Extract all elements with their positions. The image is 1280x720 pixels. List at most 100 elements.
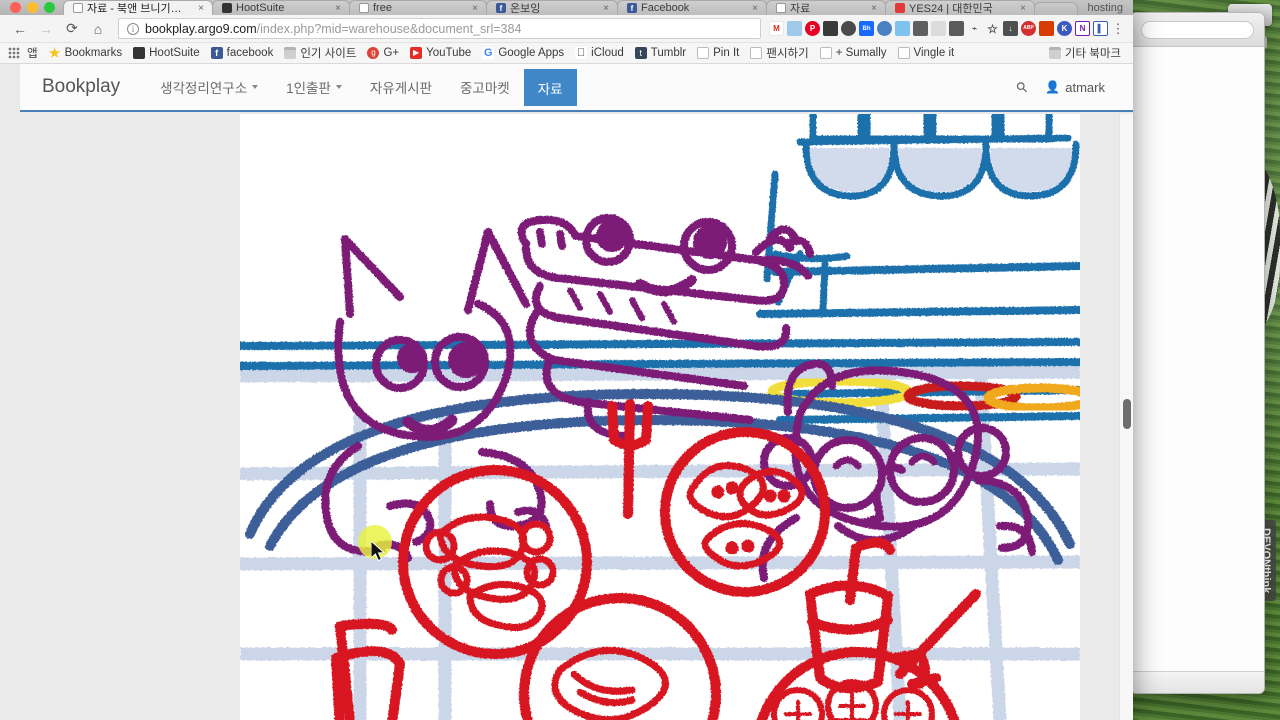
bookmark-label: facebook xyxy=(226,47,274,59)
address-bar-text: bookplay.argo9.com/index.php?mid=warehou… xyxy=(145,22,521,36)
url-host: bookplay.argo9.com xyxy=(145,21,257,36)
hootsuite-icon xyxy=(222,3,232,13)
document-sheet xyxy=(240,114,1080,720)
folder-icon xyxy=(284,47,297,59)
nav-item-materials[interactable]: 자료 xyxy=(523,69,577,106)
hand-drawn-dinner-table-illustration xyxy=(240,114,1080,720)
close-icon[interactable]: × xyxy=(597,3,609,14)
browser-tab-6[interactable]: YES24 | 대한민국 × xyxy=(885,0,1035,15)
browser-tab-3[interactable]: f 온보잉 × xyxy=(486,0,618,15)
browser-tab-2[interactable]: free × xyxy=(349,0,487,15)
bookmark-vingle[interactable]: Vingle it xyxy=(894,46,959,60)
close-icon[interactable]: × xyxy=(329,3,341,14)
bookmark-popular-sites[interactable]: 인기 사이트 xyxy=(280,44,360,62)
onenote-icon[interactable]: N xyxy=(1075,21,1090,36)
close-icon[interactable]: × xyxy=(746,3,758,14)
pocket-blue-icon[interactable] xyxy=(787,21,802,36)
youtube-icon: ▶ xyxy=(410,47,423,59)
back-arrow-icon[interactable]: ← xyxy=(8,17,32,41)
bookmark-pinit[interactable]: Pin It xyxy=(693,46,743,60)
browser-tab-4[interactable]: f Facebook × xyxy=(617,0,767,15)
adblock-icon[interactable]: ABP xyxy=(1021,21,1036,36)
bookmark-google-apps[interactable]: G Google Apps xyxy=(478,46,568,60)
star-icon xyxy=(48,47,61,58)
page-icon xyxy=(73,3,83,13)
info-circle-icon[interactable]: i xyxy=(127,22,139,35)
tumblr-icon: t xyxy=(634,47,647,59)
close-window-button[interactable] xyxy=(10,2,21,13)
forward-arrow-icon[interactable]: → xyxy=(34,17,58,41)
page-icon xyxy=(697,47,710,59)
search-icon[interactable]: ⚲ xyxy=(1013,77,1032,96)
bookmark-label: Vingle it xyxy=(913,47,955,59)
page-content-area xyxy=(20,114,1133,720)
tab-label: Facebook xyxy=(641,2,690,14)
close-icon[interactable]: × xyxy=(1014,3,1026,14)
kakao-icon[interactable]: K xyxy=(1057,21,1072,36)
minimize-window-button[interactable] xyxy=(27,2,38,13)
bookmark-label: iCloud xyxy=(591,47,624,59)
facebook-icon: f xyxy=(210,47,223,59)
chevron-down-icon xyxy=(335,85,342,89)
address-bar[interactable]: i bookplay.argo9.com/index.php?mid=wareh… xyxy=(118,18,761,39)
chevron-down-icon xyxy=(252,85,259,89)
bookmark-facebook[interactable]: f facebook xyxy=(207,46,278,60)
nav-item-used-market[interactable]: 중고마켓 xyxy=(446,64,524,111)
scrollbar-thumb[interactable] xyxy=(1123,399,1131,429)
background-window-right[interactable] xyxy=(1130,12,1265,694)
nav-item-self-publishing[interactable]: 1인출판 xyxy=(272,64,356,111)
url-path: /index.php?mid=warehouse&document_srl=38… xyxy=(256,21,522,36)
bookmark-fancy[interactable]: 팬시하기 xyxy=(746,44,812,62)
bookmark-blue-icon[interactable]: ▌ xyxy=(1093,21,1108,36)
close-icon[interactable]: × xyxy=(466,3,478,14)
bookmark-hootsuite[interactable]: HootSuite xyxy=(129,46,204,60)
page-vertical-scrollbar[interactable] xyxy=(1119,114,1133,720)
apps-grid-icon[interactable] xyxy=(8,47,20,59)
bookmark-bookmarks[interactable]: Bookmarks xyxy=(45,46,127,60)
home-icon[interactable]: ⌂ xyxy=(86,17,110,41)
cast-icon[interactable]: ⌁ xyxy=(967,21,982,36)
browser-tab-5[interactable]: 자료 × xyxy=(766,0,886,15)
bookmark-sumally[interactable]: + Sumally xyxy=(816,46,891,60)
close-icon[interactable]: × xyxy=(192,3,204,14)
pinterest-icon[interactable]: P xyxy=(805,21,820,36)
globe-icon[interactable] xyxy=(877,21,892,36)
reload-icon[interactable]: ⟳ xyxy=(60,17,84,41)
browser-tab-1[interactable]: HootSuite × xyxy=(212,0,350,15)
site-brand[interactable]: Bookplay xyxy=(42,76,120,98)
gmail-icon[interactable]: M xyxy=(769,21,784,36)
bookmark-label: YouTube xyxy=(426,47,472,59)
tab-label: 온보잉 xyxy=(510,3,541,15)
lastpass-icon[interactable] xyxy=(913,21,928,36)
bookmark-star-icon[interactable]: ☆ xyxy=(985,21,1000,36)
evernote-icon[interactable] xyxy=(823,21,838,36)
bookmark-googleplus[interactable]: g G+ xyxy=(363,46,403,60)
tab-label: 자료 xyxy=(790,3,811,15)
user-menu[interactable]: 👤 atmark xyxy=(1045,80,1105,95)
behance-icon[interactable]: Bh xyxy=(859,21,874,36)
dropbox-icon[interactable] xyxy=(895,21,910,36)
bookmark-label: Pin It xyxy=(713,47,740,59)
folder-icon xyxy=(1048,47,1061,59)
office-icon[interactable] xyxy=(1039,21,1054,36)
nav-item-research-lab[interactable]: 생각정리연구소 xyxy=(146,64,272,111)
pocket-icon[interactable] xyxy=(949,21,964,36)
nav-item-free-board[interactable]: 자유게시판 xyxy=(356,64,446,111)
background-window-search-field[interactable] xyxy=(1141,20,1254,39)
page-icon xyxy=(897,47,910,59)
bookmark-icloud[interactable]:  iCloud xyxy=(571,46,628,60)
maximize-window-button[interactable] xyxy=(44,2,55,13)
bookmark-apps[interactable]: 앱 xyxy=(23,44,42,62)
download-icon[interactable]: ↓ xyxy=(1003,21,1018,36)
onenote-clip-icon[interactable] xyxy=(841,21,856,36)
bookmark-tumblr[interactable]: t Tumblr xyxy=(631,46,690,60)
nav-item-label: 자유게시판 xyxy=(369,81,433,96)
bookmark-youtube[interactable]: ▶ YouTube xyxy=(406,46,475,60)
chrome-menu-icon[interactable]: ⋮ xyxy=(1111,21,1125,36)
other-bookmarks-folder[interactable]: 기타 북마크 xyxy=(1045,44,1125,62)
new-tab-button[interactable] xyxy=(1034,2,1078,15)
browser-tab-0[interactable]: 자료 - 북앤 브니기… × xyxy=(63,0,213,15)
nav-item-label: 생각정리연구소 xyxy=(160,81,248,96)
close-icon[interactable]: × xyxy=(865,3,877,14)
drive-icon[interactable] xyxy=(931,21,946,36)
